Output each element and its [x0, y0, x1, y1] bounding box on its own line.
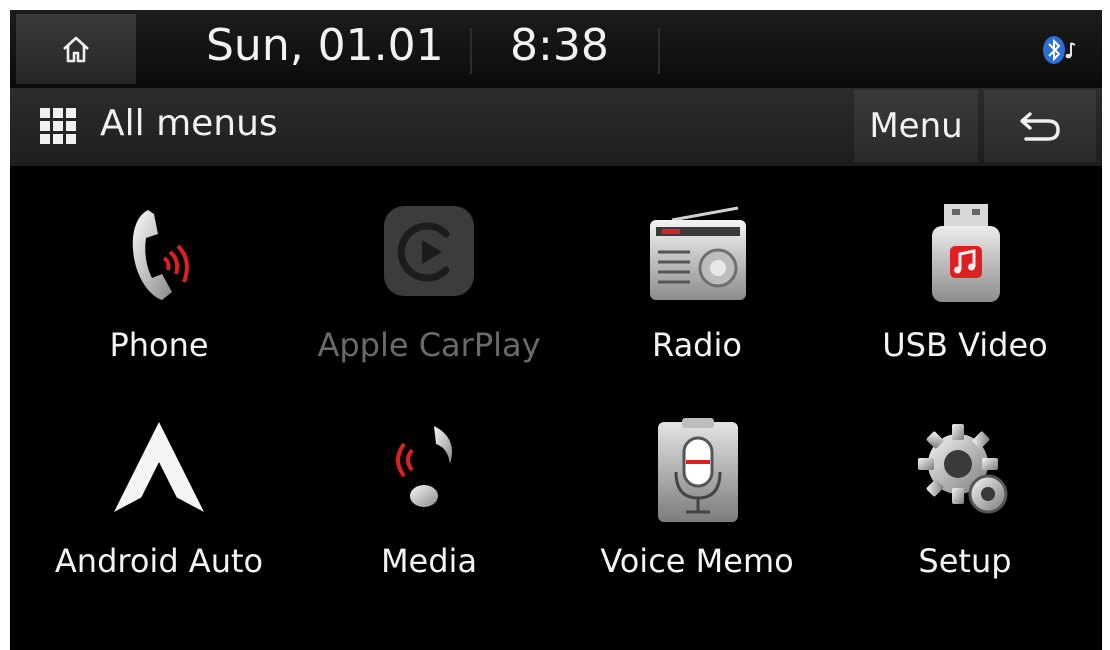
app-tile-voice-memo[interactable]: Voice Memo — [562, 416, 832, 616]
radio-icon — [650, 206, 746, 300]
app-label: Radio — [652, 326, 742, 364]
bluetooth-audio-icon — [1043, 36, 1076, 64]
status-divider — [658, 28, 660, 74]
all-menus-grid-icon — [40, 108, 76, 144]
app-tile-phone[interactable]: Phone — [24, 200, 294, 400]
app-tile-setup[interactable]: Setup — [830, 416, 1100, 616]
voice-memo-icon — [658, 418, 738, 522]
app-label: Android Auto — [54, 542, 264, 580]
home-button[interactable] — [16, 14, 136, 84]
back-arrow-icon — [1020, 112, 1060, 141]
back-button[interactable] — [984, 90, 1096, 162]
app-label: Voice Memo — [600, 542, 794, 580]
carplay-icon — [384, 206, 474, 296]
app-tile-media[interactable]: Media — [294, 416, 564, 616]
status-bar: Sun, 01.01 8:38 — [10, 10, 1102, 88]
app-tile-usb-video[interactable]: USB Video — [830, 200, 1100, 400]
setup-gear-icon — [918, 424, 1008, 514]
phone-icon — [132, 210, 189, 300]
menu-button[interactable]: Menu — [854, 90, 978, 162]
status-time: 8:38 — [510, 20, 609, 71]
app-label: Apple CarPlay — [317, 326, 541, 364]
android-auto-icon — [114, 422, 204, 512]
app-label: USB Video — [882, 326, 1048, 364]
header-bar: All menus Menu — [10, 88, 1102, 166]
app-tile-android-auto[interactable]: Android Auto — [24, 416, 294, 616]
app-label: Media — [380, 542, 478, 580]
status-divider — [470, 28, 472, 74]
home-icon — [63, 36, 89, 63]
app-tile-radio[interactable]: Radio — [562, 200, 832, 400]
app-tile-apple-carplay[interactable]: Apple CarPlay — [294, 200, 564, 400]
app-label: Setup — [918, 542, 1012, 580]
usb-video-icon — [932, 204, 1000, 302]
app-label: Phone — [109, 326, 209, 364]
infotainment-screen: Sun, 01.01 8:38 All menus Menu Phone App… — [10, 10, 1102, 650]
page-title: All menus — [100, 103, 278, 144]
media-icon — [396, 426, 452, 507]
status-date: Sun, 01.01 — [206, 20, 444, 71]
